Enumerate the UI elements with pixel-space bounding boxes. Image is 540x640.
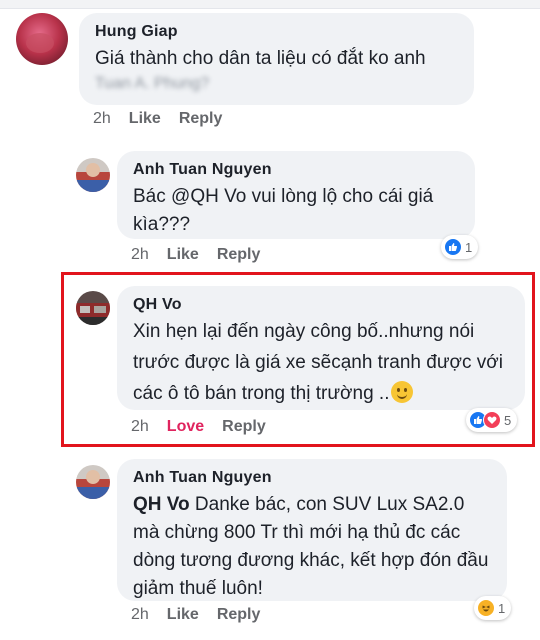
like-button[interactable]: Like: [167, 246, 199, 264]
comment-bubble-anh-tuan-2: Anh Tuan Nguyen QH Vo Danke bác, con SUV…: [117, 459, 507, 601]
comment-author[interactable]: Hung Giap: [95, 23, 458, 41]
reply-button[interactable]: Reply: [217, 246, 261, 264]
avatar-qh-vo[interactable]: [76, 291, 110, 325]
comment-time[interactable]: 2h: [131, 246, 149, 264]
reaction-count: 1: [498, 600, 506, 616]
comment-time[interactable]: 2h: [93, 110, 111, 128]
reply-button[interactable]: Reply: [222, 418, 266, 436]
comment-text: Xin hẹn lại đến ngày công bố..nhưng nói …: [133, 316, 513, 409]
reaction-summary[interactable]: 1: [441, 235, 479, 259]
comment-actions: 2h Like Reply: [131, 246, 278, 264]
heart-icon: [483, 411, 501, 429]
comment-time[interactable]: 2h: [131, 606, 149, 624]
reaction-summary[interactable]: 5: [466, 408, 518, 432]
comment-actions: 2h Like Reply: [93, 110, 240, 128]
comment-actions: 2h Love Reply: [131, 418, 284, 436]
smiley-emoji-icon: [391, 381, 414, 403]
comment-actions: 2h Like Reply: [131, 606, 278, 624]
avatar-hung-giap[interactable]: [16, 13, 68, 65]
mention-link[interactable]: @QH Vo: [171, 186, 246, 207]
reaction-count: 5: [504, 412, 512, 428]
comment-author[interactable]: Anh Tuan Nguyen: [133, 161, 459, 179]
reply-button[interactable]: Reply: [217, 606, 261, 624]
reply-button[interactable]: Reply: [179, 110, 223, 128]
comment-text-body: Xin hẹn lại đến ngày công bố..nhưng nói …: [133, 321, 503, 404]
comment-bubble-anh-tuan-1: Anh Tuan Nguyen Bác @QH Vo vui lòng lộ c…: [117, 151, 475, 239]
like-button[interactable]: Like: [167, 606, 199, 624]
mention-link[interactable]: QH Vo: [133, 494, 190, 515]
comment-bubble-hung-giap: Hung Giap Giá thành cho dân ta liệu có đ…: [79, 13, 474, 105]
avatar-anh-tuan-nguyen-2[interactable]: [76, 465, 110, 499]
comment-author[interactable]: QH Vo: [133, 296, 513, 314]
top-strip: [0, 0, 540, 9]
avatar-anh-tuan-nguyen[interactable]: [76, 158, 110, 192]
love-button[interactable]: Love: [167, 418, 204, 436]
comment-text: Bác @QH Vo vui lòng lộ cho cái giá kìa??…: [133, 183, 459, 239]
comment-text: Giá thành cho dân ta liệu có đắt ko anh: [95, 48, 426, 69]
thumbs-up-icon: [444, 238, 462, 256]
like-button[interactable]: Like: [129, 110, 161, 128]
text-prefix: Bác: [133, 186, 172, 207]
reaction-summary[interactable]: 1: [474, 596, 512, 620]
comment-bubble-qh-vo: QH Vo Xin hẹn lại đến ngày công bố..nhưn…: [117, 286, 525, 410]
comment-author[interactable]: Anh Tuan Nguyen: [133, 469, 491, 487]
blurred-mention: Tuan A. Phung?: [95, 75, 210, 92]
comment-time[interactable]: 2h: [131, 418, 149, 436]
reaction-count: 1: [465, 239, 473, 255]
laughing-face-icon: [477, 599, 495, 617]
comment-text: QH Vo Danke bác, con SUV Lux SA2.0 mà ch…: [133, 491, 491, 603]
